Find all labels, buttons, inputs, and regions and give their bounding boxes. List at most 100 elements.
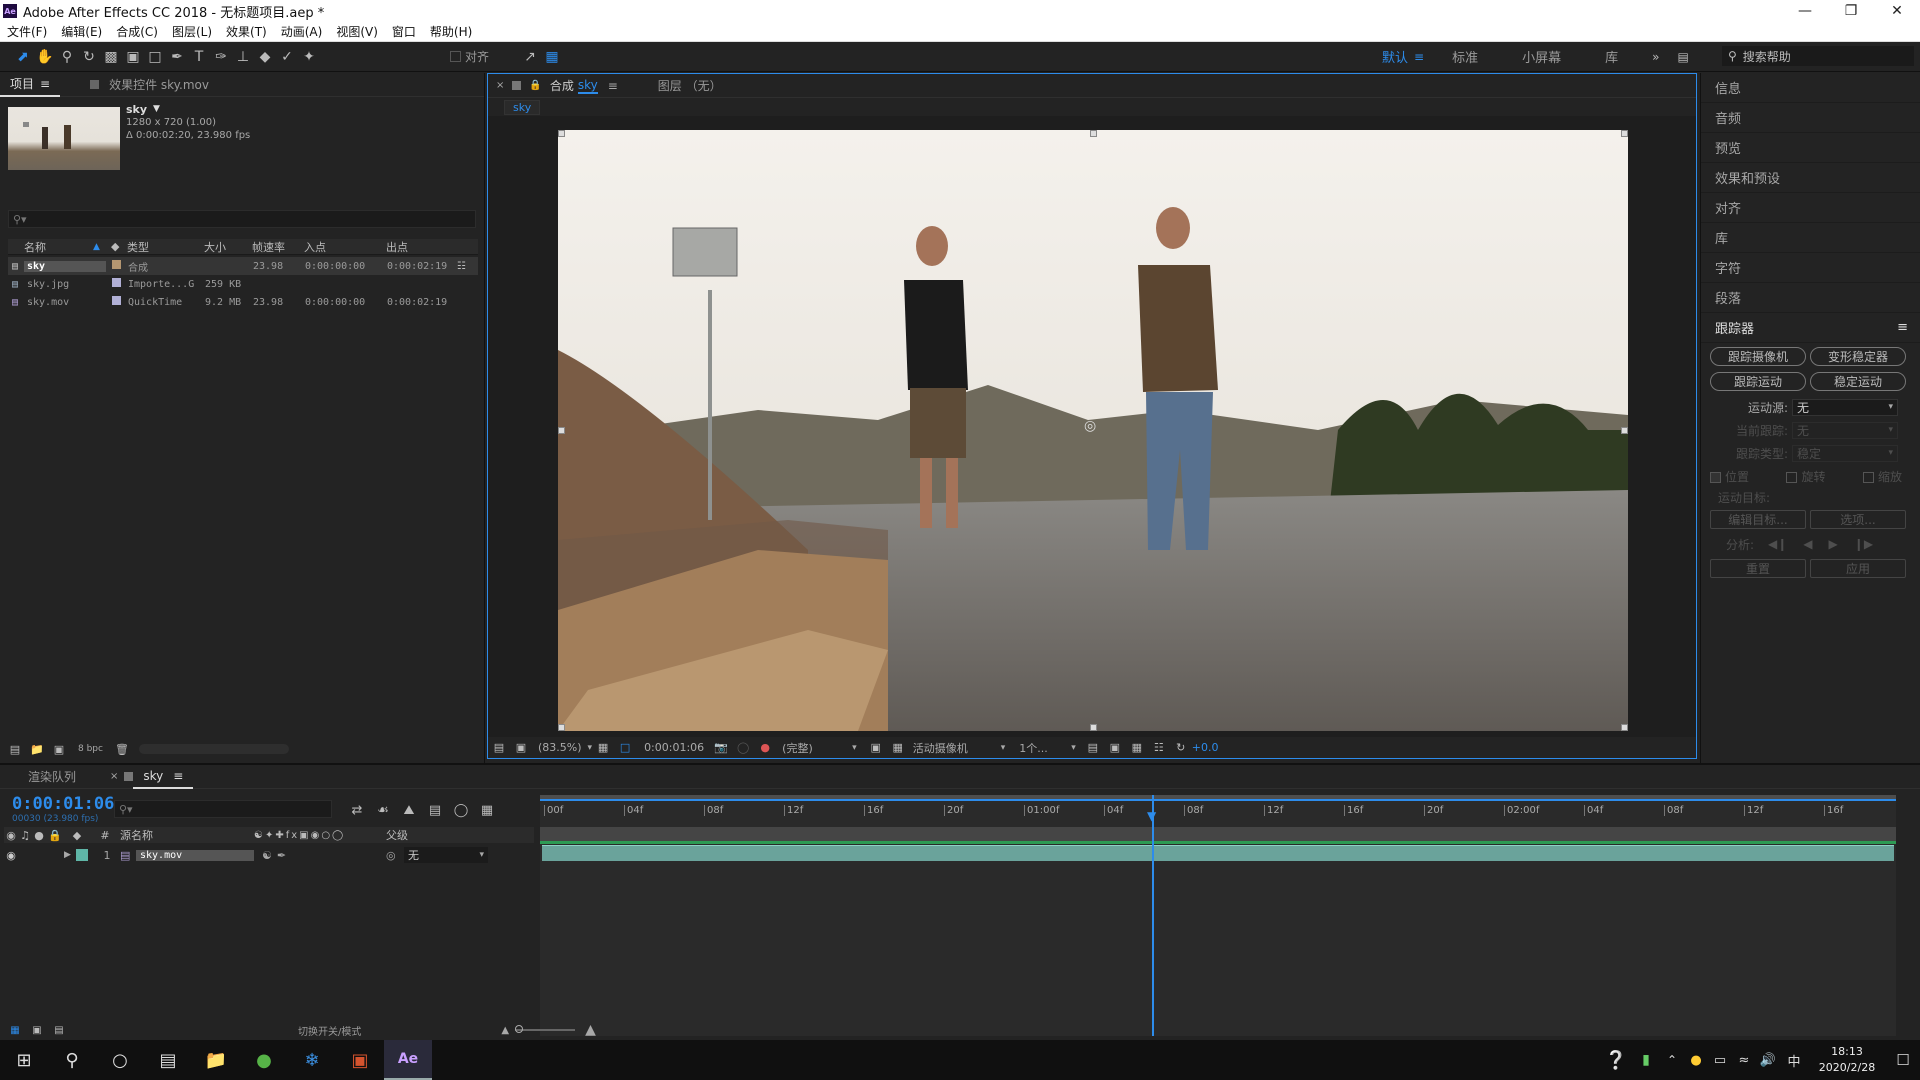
menu-composition[interactable]: 合成(C) bbox=[109, 23, 165, 40]
track-camera-button[interactable]: 跟踪摄像机 bbox=[1710, 347, 1806, 366]
workspace-standard[interactable]: 标准 bbox=[1430, 47, 1500, 66]
edit-target-button[interactable]: 编辑目标... bbox=[1710, 510, 1806, 529]
workspace-small-screen[interactable]: 小屏幕 bbox=[1500, 47, 1583, 66]
bpc-button[interactable]: 8 bpc bbox=[78, 744, 103, 754]
analyze-back-icon[interactable]: ◀ bbox=[1803, 537, 1812, 551]
warp-stabilizer-button[interactable]: 变形稳定器 bbox=[1810, 347, 1906, 366]
zoom-tool-icon[interactable]: ⚲ bbox=[56, 46, 78, 68]
monitor-icon[interactable]: ▣ bbox=[510, 737, 532, 759]
browser-icon[interactable]: ● bbox=[240, 1040, 288, 1080]
flowchart-icon[interactable]: ☷ bbox=[1148, 737, 1170, 759]
align-checkbox[interactable] bbox=[450, 51, 461, 62]
zoom-out-icon[interactable]: ▲ bbox=[501, 1025, 509, 1036]
panel-effects-presets[interactable]: 效果和预设 bbox=[1701, 163, 1920, 193]
close-icon[interactable]: ✕ bbox=[1874, 0, 1920, 22]
search-icon[interactable]: ⚲ bbox=[48, 1040, 96, 1080]
tray-app-icon[interactable]: ● bbox=[1684, 1040, 1708, 1080]
expand-arrow-icon[interactable]: ▶ bbox=[64, 850, 76, 860]
playhead[interactable]: ▼ bbox=[1147, 795, 1156, 1036]
menu-file[interactable]: 文件(F) bbox=[0, 23, 54, 40]
col-source-name[interactable]: 源名称 bbox=[120, 827, 254, 843]
flowchart-icon[interactable]: ☷ bbox=[457, 261, 466, 272]
lock-icon[interactable]: 🔒 bbox=[529, 80, 541, 91]
panel-character[interactable]: 字符 bbox=[1701, 253, 1920, 283]
analyze-forward-icon[interactable]: ▶ bbox=[1829, 537, 1838, 551]
pen-tool-icon[interactable]: ✒ bbox=[166, 46, 188, 68]
motion-source-select[interactable]: 无 ▾ bbox=[1792, 398, 1898, 416]
clock[interactable]: 18:13 2020/2/28 bbox=[1808, 1044, 1886, 1076]
list-item[interactable]: ▤ sky 合成 23.98 0:00:00:00 0:00:02:19 ☷ bbox=[8, 257, 478, 275]
workspace-menu-icon[interactable]: ≡ bbox=[1414, 50, 1424, 64]
help-search-input[interactable]: ⚲ 搜索帮助 bbox=[1722, 46, 1914, 66]
menu-window[interactable]: 窗口 bbox=[385, 23, 423, 40]
dropdown-arrow-icon[interactable]: ▼ bbox=[153, 103, 160, 116]
track-type-select[interactable]: 稳定 ▾ bbox=[1792, 444, 1898, 462]
list-item[interactable]: ▤ sky.mov QuickTime 9.2 MB 23.98 0:00:00… bbox=[8, 293, 478, 311]
windows-start-icon[interactable]: ⊞ bbox=[0, 1040, 48, 1080]
table-row[interactable]: ◉ ▶ 1 ▤ sky.mov ☯✒ ◎ 无 ▾ bbox=[4, 846, 534, 864]
presentation-app-icon[interactable]: ▣ bbox=[336, 1040, 384, 1080]
camera-tool-icon[interactable]: ▩ bbox=[100, 46, 122, 68]
3d-renderer-icon[interactable]: ▦ bbox=[1126, 737, 1148, 759]
playhead-marker-icon[interactable]: ▼ bbox=[1147, 809, 1156, 823]
chevron-down-icon[interactable]: ▾ bbox=[1071, 743, 1076, 753]
pick-whip-icon[interactable]: ◎ bbox=[386, 849, 404, 862]
tab-effect-controls[interactable]: 效果控件 sky.mov bbox=[99, 76, 219, 93]
current-time[interactable]: 0:00:01:06 bbox=[12, 794, 114, 814]
more-workspaces-icon[interactable]: » bbox=[1652, 50, 1659, 64]
label-color-swatch[interactable] bbox=[112, 296, 121, 305]
axis-mode-icon[interactable]: ↗ bbox=[519, 46, 541, 68]
layer-track-bar[interactable] bbox=[542, 845, 1894, 861]
transform-handle[interactable] bbox=[1090, 130, 1097, 137]
panel-audio[interactable]: 音频 bbox=[1701, 103, 1920, 133]
composition-viewer[interactable]: ◎ bbox=[558, 130, 1628, 731]
motion-blur-icon[interactable]: ◯ bbox=[450, 799, 472, 821]
trash-icon[interactable]: 🗑 bbox=[111, 738, 133, 760]
toggle-pixel-aspect-icon[interactable]: ▤ bbox=[1082, 737, 1104, 759]
selection-tool-icon[interactable]: ⬈ bbox=[12, 46, 34, 68]
chevron-down-icon[interactable]: ▾ bbox=[1001, 743, 1006, 753]
zoom-in-icon[interactable]: ▲ bbox=[585, 1022, 596, 1038]
menu-view[interactable]: 视图(V) bbox=[329, 23, 385, 40]
transparency-grid-icon[interactable]: ▦ bbox=[887, 737, 909, 759]
clone-stamp-tool-icon[interactable]: ⊥ bbox=[232, 46, 254, 68]
new-folder-icon[interactable]: 📁 bbox=[26, 738, 48, 760]
render-region-icon[interactable]: ▣ bbox=[1104, 737, 1126, 759]
brush-tool-icon[interactable]: ✑ bbox=[210, 46, 232, 68]
show-snapshot-icon[interactable]: ◯ bbox=[732, 737, 754, 759]
lock-icon[interactable]: 🔒 bbox=[46, 829, 64, 842]
menu-effect[interactable]: 效果(T) bbox=[219, 23, 274, 40]
minimize-icon[interactable]: — bbox=[1782, 0, 1828, 22]
col-framerate[interactable]: 帧速率 bbox=[252, 239, 304, 255]
timeline-search-input[interactable]: ⚲▾ bbox=[114, 800, 332, 818]
col-in-point[interactable]: 入点 bbox=[304, 239, 386, 255]
cortana-icon[interactable]: ○ bbox=[96, 1040, 144, 1080]
notifications-icon[interactable]: ☐ bbox=[1886, 1040, 1920, 1080]
region-of-interest-icon[interactable]: □ bbox=[614, 737, 636, 759]
project-search-input[interactable]: ⚲▾ bbox=[8, 210, 476, 228]
menu-help[interactable]: 帮助(H) bbox=[423, 23, 479, 40]
pan-behind-tool-icon[interactable]: ▣ bbox=[122, 46, 144, 68]
input-method-indicator[interactable]: 中 bbox=[1780, 1040, 1808, 1080]
workspace-layout-icon[interactable]: ▤ bbox=[1677, 50, 1688, 64]
comp-tab-label[interactable]: 合成 bbox=[550, 77, 574, 94]
tab-project[interactable]: 项目 ≡ bbox=[0, 73, 61, 97]
frame-blending-icon[interactable]: ▤ bbox=[424, 799, 446, 821]
rotation-checkbox[interactable]: 旋转 bbox=[1786, 468, 1826, 485]
panel-info[interactable]: 信息 bbox=[1701, 73, 1920, 103]
wifi-icon[interactable]: ≈ bbox=[1732, 1040, 1756, 1080]
time-ruler[interactable]: 00f 04f 08f 12f 16f 20f 01:00f 04f 08f 12f 16f 20f 0… bbox=[540, 805, 1896, 823]
rectangle-tool-icon[interactable]: □ bbox=[144, 46, 166, 68]
graph-editor-icon[interactable]: ▦ bbox=[476, 799, 498, 821]
col-parent[interactable]: 父级 bbox=[386, 827, 486, 843]
col-type[interactable]: 类型 bbox=[127, 239, 204, 255]
panel-menu-icon[interactable]: ≡ bbox=[1897, 320, 1908, 335]
comp-breadcrumb[interactable]: sky bbox=[504, 99, 541, 115]
snapshot-camera-icon[interactable]: 📷 bbox=[710, 737, 732, 759]
zoom-slider[interactable] bbox=[515, 1025, 576, 1033]
layer-tab[interactable]: 图层 （无） bbox=[658, 77, 722, 94]
panel-align[interactable]: 对齐 bbox=[1701, 193, 1920, 223]
transform-handle[interactable] bbox=[1621, 724, 1628, 731]
toggle-layer-switches-icon[interactable]: ▦ bbox=[4, 1019, 26, 1041]
restore-icon[interactable]: ❐ bbox=[1828, 0, 1874, 22]
